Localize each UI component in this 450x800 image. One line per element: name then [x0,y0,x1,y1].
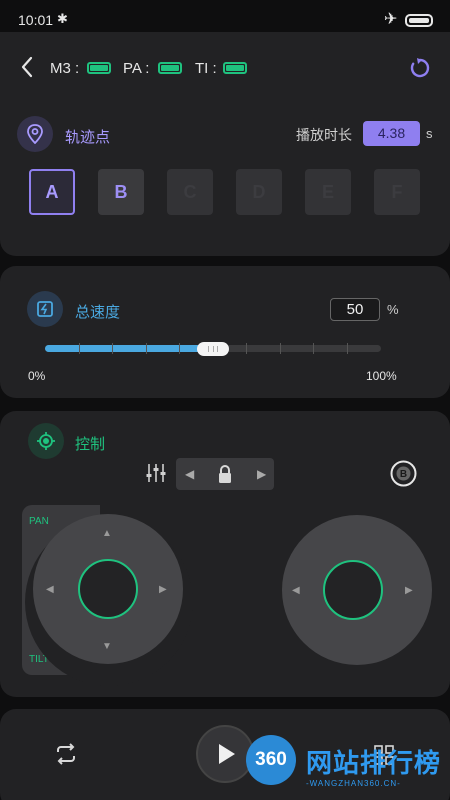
speed-slider-thumb[interactable] [197,342,229,356]
trajectory-point-b[interactable]: B [98,169,144,215]
right-joystick-left-icon[interactable]: ◀ [292,585,300,596]
slider-tick [112,343,113,354]
trajectory-point-e[interactable]: E [305,169,351,215]
watermark-text: 网站排行榜 [306,748,442,778]
trajectory-point-d[interactable]: D [236,169,282,215]
slider-tick [246,343,247,354]
slider-tick [347,343,348,354]
svg-text:B: B [400,469,407,480]
status-time: 10:01 [18,12,54,28]
speed-title: 总速度 [75,304,121,321]
refresh-icon[interactable] [408,56,432,80]
play-icon [219,744,235,764]
watermark-logo: 360 [246,735,296,785]
trajectory-point-f[interactable]: F [374,169,420,215]
speed-max-label: 100% [366,369,397,383]
back-icon[interactable] [20,56,34,78]
trajectory-point-c[interactable]: C [167,169,213,215]
play-duration-label: 播放时长 [296,127,352,143]
slider-tick [280,343,281,354]
device-ti-label: TI : [195,60,217,77]
mode-b-icon[interactable]: B [390,460,417,487]
play-duration-input[interactable]: 4.38 [363,121,420,146]
lock-icon [219,465,231,483]
left-joystick-down-icon[interactable]: ▼ [102,641,112,652]
device-pa-battery-icon [158,62,182,74]
speed-value-input[interactable]: 50 [330,298,380,321]
airplane-icon: ✈ [384,11,398,28]
speed-icon [27,291,63,327]
speed-unit: % [387,302,399,317]
play-button[interactable] [196,725,254,783]
device-m3-battery-icon [87,62,111,74]
left-joystick-knob[interactable] [78,559,138,619]
slider-tick [313,343,314,354]
pan-label: PAN [29,516,49,527]
right-joystick-right-icon[interactable]: ▶ [405,585,413,596]
speed-min-label: 0% [28,369,46,383]
sliders-icon[interactable] [145,462,167,484]
right-joystick-knob[interactable] [323,560,383,620]
device-pa-label: PA : [123,60,150,77]
lock-prev-icon[interactable]: ◀ [185,467,194,481]
trajectory-point-a[interactable]: A [29,169,75,215]
slider-tick [79,343,80,354]
loop-icon[interactable] [54,743,78,765]
slider-tick [146,343,147,354]
left-joystick-right-icon[interactable]: ▶ [159,584,167,595]
speed-slider-fill [45,345,213,352]
slider-tick [179,343,180,354]
trajectory-title: 轨迹点 [65,129,111,146]
device-ti-battery-icon [223,62,247,74]
lock-next-icon[interactable]: ▶ [257,467,266,481]
left-joystick-left-icon[interactable]: ◀ [46,584,54,595]
bluetooth-icon: ✱ [57,11,68,26]
target-icon [28,423,64,459]
control-title: 控制 [75,436,106,453]
battery-icon [405,14,433,27]
lock-selector[interactable]: ◀ ▶ [176,458,274,490]
location-pin-icon [17,116,53,152]
device-m3-label: M3 : [50,60,80,77]
play-duration-unit: s [426,126,433,141]
watermark-url: -WANGZHAN360.CN- [306,779,401,788]
left-joystick-up-icon[interactable]: ▲ [102,528,112,539]
